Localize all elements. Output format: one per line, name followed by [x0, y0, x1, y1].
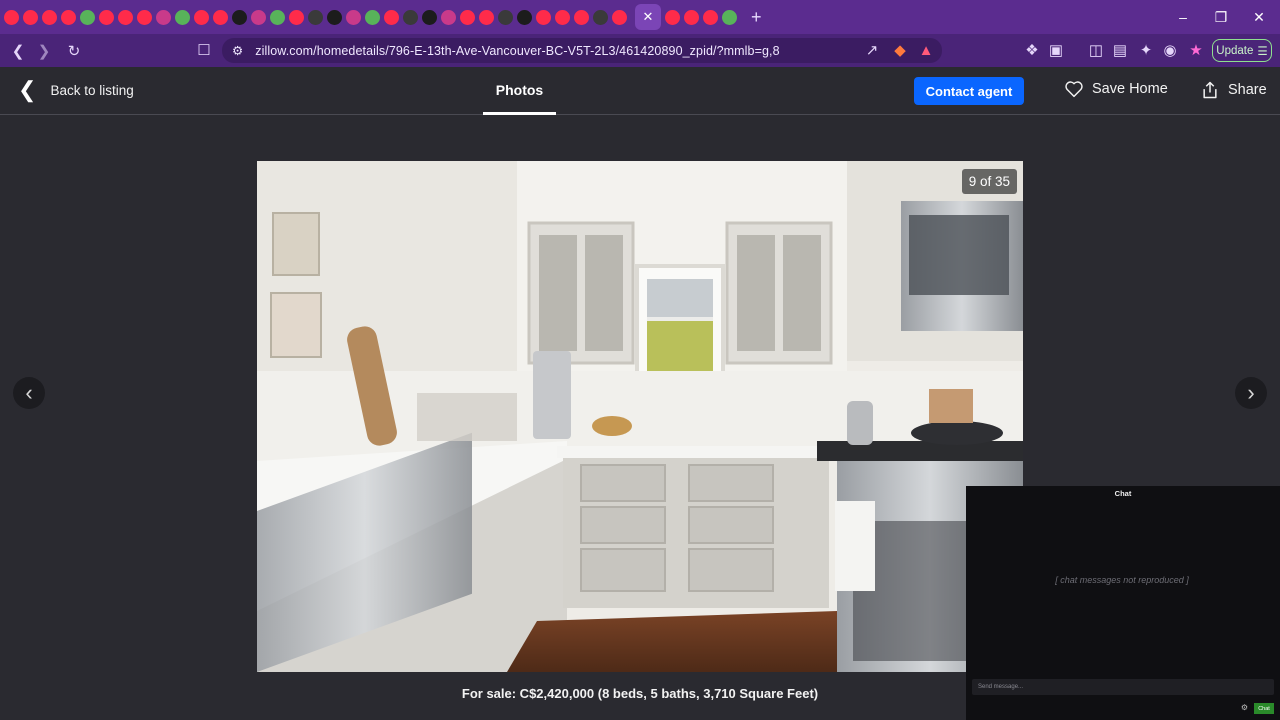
address-bar[interactable]: ⚙ zillow.com/homedetails/796-E-13th-Ave-… — [222, 38, 942, 63]
browser-tab-favicon[interactable] — [99, 9, 114, 25]
browser-tab-favicon[interactable] — [479, 9, 494, 25]
browser-tab-favicon[interactable] — [156, 9, 171, 25]
browser-tab-favicon[interactable] — [137, 9, 152, 25]
reload-icon[interactable]: ↻ — [62, 39, 86, 63]
browser-tab-favicon[interactable] — [42, 9, 57, 25]
profile-icon[interactable]: ★ — [1184, 38, 1208, 62]
browser-tab-strip: ✕ + — [0, 0, 1280, 34]
restore-icon[interactable]: ❐ — [1202, 0, 1240, 34]
browser-tab-favicon[interactable] — [703, 9, 718, 25]
url-text: zillow.com/homedetails/796-E-13th-Ave-Va… — [255, 43, 780, 58]
menu-icon: ☰ — [1257, 45, 1268, 58]
browser-tab-favicon[interactable] — [308, 9, 323, 25]
save-home-button[interactable]: Save Home — [1064, 80, 1168, 98]
update-label: Update — [1216, 44, 1254, 57]
chat-title: Chat — [1114, 489, 1132, 498]
browser-tab-favicon[interactable] — [175, 9, 190, 25]
browser-tab-favicon[interactable] — [574, 9, 589, 25]
bookmark-icon[interactable]: ☐ — [192, 38, 216, 62]
browser-tab-favicon[interactable] — [498, 9, 513, 25]
chat-message-input[interactable]: Send message... — [972, 679, 1274, 695]
close-window-icon[interactable]: ✕ — [1240, 0, 1278, 34]
chat-messages: [ chat messages not reproduced ] — [1055, 575, 1189, 585]
browser-tab-favicon[interactable] — [460, 9, 475, 25]
browser-tab-favicon[interactable] — [665, 9, 680, 25]
sidebar-icon[interactable]: ◫ — [1084, 38, 1108, 62]
chat-overlay: Chat [ chat messages not reproduced ] Se… — [966, 486, 1280, 720]
listing-photo[interactable]: 9 of 35 — [257, 161, 1023, 672]
chevron-right-icon: › — [1247, 380, 1255, 405]
browser-tab-favicon[interactable] — [232, 9, 247, 25]
next-photo-button[interactable]: › — [1235, 377, 1267, 409]
browser-tab-favicon[interactable] — [536, 9, 551, 25]
kitchen-photo-image — [257, 161, 1023, 672]
share-label: Share — [1228, 82, 1267, 98]
browser-toolbar: ❮ ❯ ↻ ☐ ⚙ zillow.com/homedetails/796-E-1… — [0, 34, 1280, 67]
save-home-label: Save Home — [1092, 81, 1168, 97]
previous-photo-button[interactable]: ‹ — [13, 377, 45, 409]
browser-tab-favicon[interactable] — [403, 9, 418, 25]
browser-tab-favicon[interactable] — [346, 9, 361, 25]
chat-settings-icon[interactable]: ⚙ — [1241, 703, 1248, 712]
new-tab-button[interactable]: + — [751, 7, 762, 28]
browser-tab-favicon[interactable] — [593, 9, 608, 25]
tab-photos[interactable]: Photos — [483, 67, 556, 115]
rewards-icon[interactable]: ▲ — [914, 38, 938, 62]
browser-tab-favicon[interactable] — [61, 9, 76, 25]
browser-tab-favicon[interactable] — [270, 9, 285, 25]
browser-tabs: ✕ — [4, 4, 741, 30]
browser-tab-favicon[interactable] — [612, 9, 627, 25]
chevron-left-icon: ❮ — [18, 77, 37, 102]
update-button[interactable]: Update ☰ — [1212, 39, 1272, 62]
photo-counter: 9 of 35 — [961, 169, 1017, 194]
screenshot-icon[interactable]: ▣ — [1044, 38, 1068, 62]
active-tab-close-icon[interactable]: ✕ — [635, 4, 661, 30]
brave-shield-icon[interactable]: ◆ — [888, 38, 912, 62]
back-arrow-icon[interactable]: ❮ — [6, 39, 30, 63]
browser-tab-favicon[interactable] — [289, 9, 304, 25]
vpn-icon[interactable]: ◉ — [1158, 38, 1182, 62]
browser-tab-favicon[interactable] — [422, 9, 437, 25]
browser-tab-favicon[interactable] — [327, 9, 342, 25]
minimize-icon[interactable]: – — [1164, 0, 1202, 34]
browser-tab-favicon[interactable] — [194, 9, 209, 25]
photo-viewer-header: ❮ Back to listing Photos Contact agent S… — [0, 67, 1280, 115]
browser-tab-favicon[interactable] — [722, 9, 737, 25]
chevron-left-icon: ‹ — [25, 380, 33, 405]
back-to-listing-label: Back to listing — [50, 82, 134, 98]
forward-arrow-icon[interactable]: ❯ — [32, 39, 56, 63]
share-button[interactable]: Share — [1200, 80, 1267, 100]
chat-send-button[interactable]: Chat — [1254, 703, 1274, 714]
browser-tab-favicon[interactable] — [118, 9, 133, 25]
site-settings-icon[interactable]: ⚙ — [232, 43, 243, 58]
browser-tab-favicon[interactable] — [23, 9, 38, 25]
contact-agent-button[interactable]: Contact agent — [914, 77, 1024, 105]
browser-tab-favicon[interactable] — [365, 9, 380, 25]
browser-tab-favicon[interactable] — [684, 9, 699, 25]
share-icon — [1203, 81, 1217, 99]
browser-tab-favicon[interactable] — [4, 9, 19, 25]
browser-tab-favicon[interactable] — [384, 9, 399, 25]
leo-ai-icon[interactable]: ✦ — [1134, 38, 1158, 62]
browser-tab-favicon[interactable] — [213, 9, 228, 25]
heart-icon — [1065, 81, 1083, 98]
browser-tab-favicon[interactable] — [251, 9, 266, 25]
browser-tab-favicon[interactable] — [80, 9, 95, 25]
extensions-icon[interactable]: ❖ — [1020, 38, 1044, 62]
back-to-listing-link[interactable]: ❮ Back to listing — [18, 79, 134, 101]
browser-tab-favicon[interactable] — [555, 9, 570, 25]
browser-tab-favicon[interactable] — [517, 9, 532, 25]
share-page-icon[interactable]: ↗ — [860, 38, 884, 62]
browser-tab-favicon[interactable] — [441, 9, 456, 25]
wallet-icon[interactable]: ▤ — [1108, 38, 1132, 62]
